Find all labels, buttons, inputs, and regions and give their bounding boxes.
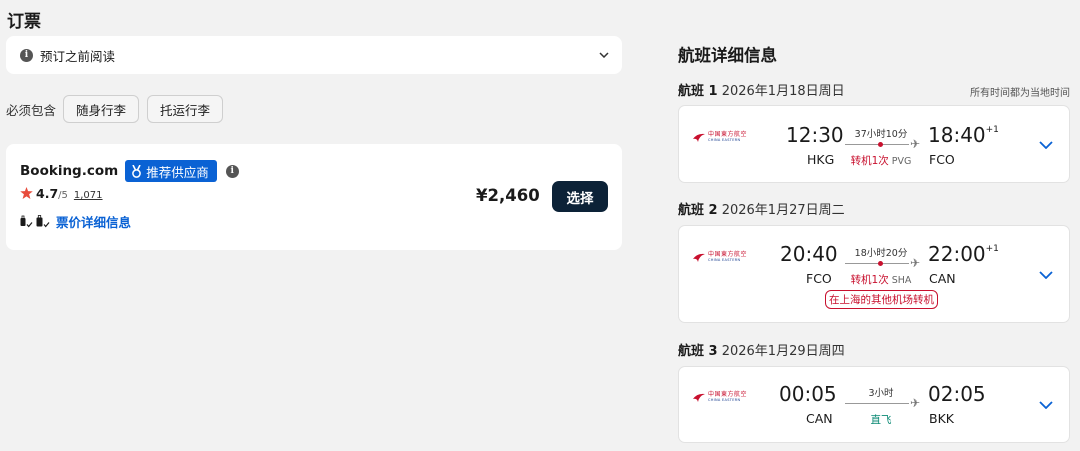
stop-airport: PVG bbox=[891, 156, 912, 167]
rating-score: 4.7 bbox=[36, 186, 59, 201]
departure-time: 12:30 bbox=[786, 123, 844, 147]
airline-logo-en: CHINA EASTERN bbox=[708, 398, 741, 402]
chevron-down-icon[interactable] bbox=[1037, 396, 1055, 414]
chevron-down-icon[interactable] bbox=[1037, 266, 1055, 284]
departure-airport: FCO bbox=[806, 271, 832, 286]
notice-label: 预订之前阅读 bbox=[40, 48, 116, 64]
stop-marker bbox=[878, 261, 883, 266]
departure-time: 00:05 bbox=[779, 382, 837, 406]
rating-max: /5 bbox=[58, 190, 68, 201]
provider-name: Booking.com bbox=[20, 163, 119, 179]
flight-duration: 3小时 bbox=[868, 388, 894, 399]
next-day-indicator: +1 bbox=[985, 244, 999, 254]
departure-airport: CAN bbox=[806, 411, 833, 426]
plane-icon: ✈ bbox=[910, 256, 921, 270]
arrival-airport: BKK bbox=[929, 411, 954, 426]
next-day-indicator: +1 bbox=[985, 125, 999, 135]
flight-card[interactable]: 中国東方航空 CHINA EASTERN 12:30 HKG 37小时10分 ✈ … bbox=[678, 105, 1070, 183]
flight-duration: 18小时20分 bbox=[854, 248, 908, 259]
direct-flight-label: 直飞 bbox=[870, 414, 892, 426]
plane-icon: ✈ bbox=[910, 137, 921, 151]
flight-header: 航班 3 2026年1月29日周四 bbox=[678, 340, 845, 359]
route-line bbox=[845, 263, 909, 264]
stop-count: 转机1次 bbox=[850, 155, 889, 167]
price: ¥2,460 bbox=[476, 186, 540, 205]
rating-count[interactable]: 1,071 bbox=[74, 190, 103, 201]
route-line bbox=[845, 144, 909, 145]
local-time-note: 所有时间都为当地时间 bbox=[970, 88, 1070, 99]
required-label: 必须包含 bbox=[6, 102, 57, 118]
stop-info: 转机1次 SHA bbox=[836, 272, 926, 287]
checked-bag-chip[interactable]: 托运行李 bbox=[147, 95, 224, 123]
airline-logo: 中国東方航空 CHINA EASTERN bbox=[693, 392, 747, 403]
booking-notice-dropdown[interactable]: i 预订之前阅读 bbox=[6, 36, 622, 74]
carry-on-included-icon bbox=[36, 214, 50, 227]
arrival-time: 18:40+1 bbox=[928, 123, 999, 147]
arrival-time-value: 22:00 bbox=[928, 242, 986, 266]
fare-details-link[interactable]: 票价详细信息 bbox=[56, 212, 131, 231]
flight-label: 航班 1 bbox=[678, 84, 718, 99]
route-line bbox=[845, 403, 909, 404]
arrival-airport: CAN bbox=[929, 271, 956, 286]
page-title: 订票 bbox=[7, 12, 41, 32]
flight-card[interactable]: 中国東方航空 CHINA EASTERN 00:05 CAN 3小时 ✈ 直飞 0… bbox=[678, 366, 1070, 443]
departure-time: 20:40 bbox=[780, 242, 838, 266]
airline-logo-en: CHINA EASTERN bbox=[708, 138, 741, 142]
stop-count: 转机1次 bbox=[850, 274, 889, 286]
personal-item-included-icon bbox=[20, 215, 33, 227]
chevron-down-icon[interactable] bbox=[1037, 136, 1055, 154]
required-baggage-row: 必须包含 随身行李 托运行李 bbox=[6, 95, 231, 123]
china-eastern-swallow-icon bbox=[693, 133, 705, 142]
flight-label: 航班 3 bbox=[678, 344, 718, 359]
flight-header: 航班 1 2026年1月18日周日 bbox=[678, 80, 845, 99]
departure-airport: HKG bbox=[807, 152, 835, 167]
arrival-time-value: 18:40 bbox=[928, 123, 986, 147]
flight-label: 航班 2 bbox=[678, 203, 718, 218]
china-eastern-swallow-icon bbox=[693, 253, 705, 262]
plane-icon: ✈ bbox=[910, 396, 921, 410]
select-button[interactable]: 选择 bbox=[552, 181, 608, 212]
arrival-time: 02:05 bbox=[928, 382, 986, 406]
recommended-badge: 推荐供应商 bbox=[125, 160, 217, 182]
rating: 4.7 /5 1,071 bbox=[20, 186, 103, 201]
provider-info-icon[interactable]: i bbox=[225, 164, 239, 178]
flight-date: 2026年1月27日周二 bbox=[721, 203, 845, 218]
flight-header: 航班 2 2026年1月27日周二 bbox=[678, 199, 845, 218]
flight-date: 2026年1月18日周日 bbox=[721, 84, 845, 99]
airline-logo: 中国東方航空 CHINA EASTERN bbox=[693, 132, 747, 143]
airport-change-warning: 在上海的其他机场转机 bbox=[825, 290, 938, 309]
stop-marker bbox=[878, 142, 883, 147]
airline-logo-en: CHINA EASTERN bbox=[708, 258, 741, 262]
airline-logo: 中国東方航空 CHINA EASTERN bbox=[693, 252, 747, 263]
flight-card[interactable]: 中国東方航空 CHINA EASTERN 20:40 FCO 18小时20分 ✈ … bbox=[678, 225, 1070, 323]
arrival-time: 22:00+1 bbox=[928, 242, 999, 266]
stop-info: 转机1次 PVG bbox=[836, 153, 926, 168]
recommended-badge-label: 推荐供应商 bbox=[146, 164, 209, 180]
info-icon: i bbox=[20, 48, 33, 62]
stop-airport: SHA bbox=[891, 275, 912, 286]
offer-card: Booking.com 推荐供应商 i 4.7 /5 1,071 票价详细信息 … bbox=[6, 144, 622, 250]
arrival-airport: FCO bbox=[929, 152, 955, 167]
china-eastern-swallow-icon bbox=[693, 393, 705, 402]
flight-duration: 37小时10分 bbox=[854, 129, 908, 140]
carry-on-chip[interactable]: 随身行李 bbox=[63, 95, 140, 123]
flight-date: 2026年1月29日周四 bbox=[721, 344, 845, 359]
medal-icon bbox=[132, 164, 142, 178]
chevron-down-icon bbox=[598, 49, 610, 61]
flight-details-title: 航班详细信息 bbox=[678, 46, 777, 65]
star-icon bbox=[20, 187, 33, 199]
